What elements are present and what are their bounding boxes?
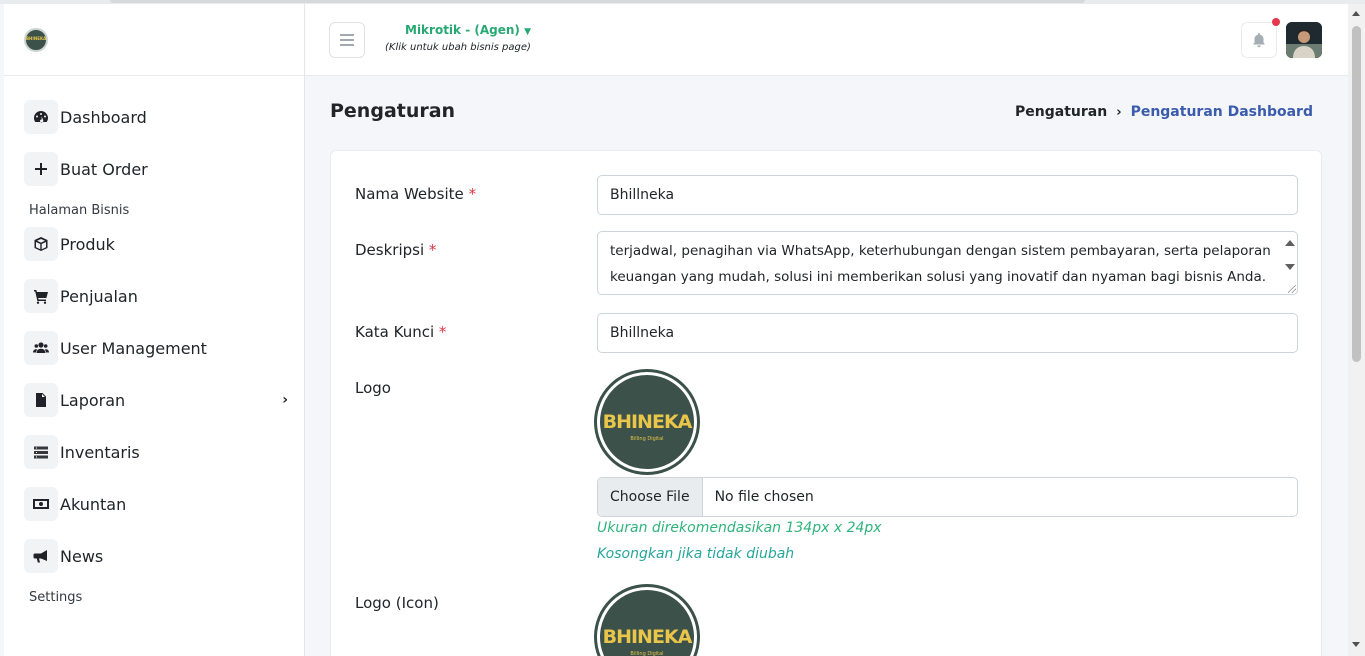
description-label: Deskripsi * xyxy=(355,241,436,259)
keyword-label: Kata Kunci * xyxy=(355,323,446,341)
website-name-label: Nama Website * xyxy=(355,185,476,203)
users-icon xyxy=(24,331,58,365)
sidebar-brand: BHINEKA xyxy=(4,4,304,76)
required-mark: * xyxy=(428,241,437,259)
chevron-right-icon: › xyxy=(1116,104,1122,120)
settings-card: Nama Website * Bhillneka Deskripsi * ter… xyxy=(330,150,1322,656)
sidebar-item-label: Buat Order xyxy=(60,159,148,179)
menu-toggle-button[interactable] xyxy=(329,22,365,58)
sidebar: BHINEKA Dashboard Buat Order Halaman Bis… xyxy=(4,4,305,656)
sidebar-item-label: Akuntan xyxy=(60,494,127,514)
dashboard-icon xyxy=(24,100,58,134)
hamburger-icon xyxy=(340,34,354,46)
scroll-up-arrow-icon[interactable] xyxy=(1285,240,1295,246)
list-icon xyxy=(24,435,58,469)
label-text: Kata Kunci xyxy=(355,323,435,341)
brand-logo[interactable]: BHINEKA xyxy=(24,28,48,52)
sidebar-item-label: Inventaris xyxy=(60,442,140,462)
sidebar-item-buat-order[interactable]: Buat Order xyxy=(24,152,292,186)
sidebar-item-label: Dashboard xyxy=(60,107,147,127)
file-status: No file chosen xyxy=(714,489,814,505)
logo-empty-hint: Kosongkan jika tidak diubah xyxy=(597,546,795,562)
megaphone-icon xyxy=(24,539,58,573)
bell-icon xyxy=(1253,33,1265,48)
choose-file-button[interactable]: Choose File xyxy=(598,478,703,516)
cart-icon xyxy=(24,279,58,313)
brand-logo-text: BHINEKA xyxy=(26,36,47,41)
chevron-right-icon: › xyxy=(282,392,288,408)
scrollbar-thumb[interactable] xyxy=(1352,26,1361,362)
scroll-down-arrow-icon[interactable] xyxy=(1285,264,1295,270)
user-avatar[interactable] xyxy=(1286,22,1322,58)
label-text: Nama Website xyxy=(355,185,464,203)
caret-down-icon: ▼ xyxy=(524,27,531,37)
sidebar-item-inventaris[interactable]: Inventaris xyxy=(24,435,292,469)
logo-preview-text: BHINEKA xyxy=(602,626,693,648)
website-name-input[interactable]: Bhillneka xyxy=(597,175,1298,215)
top-header: Mikrotik - (Agen) ▼ (Klik untuk ubah bis… xyxy=(305,4,1348,76)
business-switcher[interactable]: Mikrotik - (Agen) ▼ xyxy=(405,23,531,37)
required-mark: * xyxy=(438,323,447,341)
sidebar-item-label: Penjualan xyxy=(60,286,138,306)
logo-preview-text: BHINEKA xyxy=(602,411,693,433)
sidebar-section-settings: Settings xyxy=(29,590,83,605)
sidebar-item-label: News xyxy=(60,546,104,566)
sidebar-item-label: Laporan xyxy=(60,390,126,410)
box-icon xyxy=(24,227,58,261)
business-switch-hint: (Klik untuk ubah bisnis page) xyxy=(385,42,531,53)
sidebar-item-label: User Management xyxy=(60,338,207,358)
logo-icon-label: Logo (Icon) xyxy=(355,594,439,612)
description-line: keuangan yang mudah, solusi ini memberik… xyxy=(610,269,1267,285)
description-line: terjadwal, penagihan via WhatsApp, keter… xyxy=(610,243,1271,259)
keyword-input[interactable]: Bhillneka xyxy=(597,313,1298,353)
money-icon xyxy=(24,487,58,521)
sidebar-item-akuntan[interactable]: Akuntan xyxy=(24,487,292,521)
business-name: Mikrotik - (Agen) xyxy=(405,23,520,37)
scroll-up-arrow-icon[interactable] xyxy=(1352,11,1360,16)
notification-badge xyxy=(1272,18,1280,26)
sidebar-item-laporan[interactable]: Laporan › xyxy=(24,383,292,417)
logo-preview-subtext: Billing Digital xyxy=(630,651,664,656)
breadcrumb: Pengaturan › Pengaturan Dashboard xyxy=(1015,104,1313,120)
logo-file-input[interactable]: Choose File No file chosen xyxy=(597,477,1298,517)
breadcrumb-item-active: Pengaturan Dashboard xyxy=(1130,104,1313,120)
logo-preview-subtext: Billing Digital xyxy=(630,436,664,442)
sidebar-item-user-management[interactable]: User Management xyxy=(24,331,292,365)
label-text: Deskripsi xyxy=(355,241,425,259)
description-textarea[interactable]: terjadwal, penagihan via WhatsApp, keter… xyxy=(597,231,1298,295)
sidebar-item-label: Produk xyxy=(60,234,115,254)
plus-icon xyxy=(24,152,58,186)
scroll-down-arrow-icon[interactable] xyxy=(1352,642,1360,647)
sidebar-item-produk[interactable]: Produk xyxy=(24,227,292,261)
sidebar-item-news[interactable]: News xyxy=(24,539,292,573)
page-title: Pengaturan xyxy=(330,100,456,122)
textarea-scrollbar[interactable] xyxy=(1283,236,1295,292)
sidebar-item-penjualan[interactable]: Penjualan xyxy=(24,279,292,313)
breadcrumb-item[interactable]: Pengaturan xyxy=(1015,104,1107,120)
page-scrollbar[interactable] xyxy=(1348,4,1365,656)
logo-preview: BHINEKA Billing Digital xyxy=(597,372,697,472)
sidebar-item-dashboard[interactable]: Dashboard xyxy=(24,100,292,134)
logo-icon-preview: BHINEKA Billing Digital xyxy=(597,587,697,656)
logo-size-hint: Ukuran direkomendasikan 134px x 24px xyxy=(597,520,882,536)
avatar-image xyxy=(1286,22,1322,58)
sidebar-section-business: Halaman Bisnis xyxy=(29,203,130,218)
required-mark: * xyxy=(468,185,477,203)
logo-label: Logo xyxy=(355,379,391,397)
file-icon xyxy=(24,383,58,417)
resize-grip-icon[interactable] xyxy=(1288,285,1296,293)
notification-button[interactable] xyxy=(1241,22,1277,58)
